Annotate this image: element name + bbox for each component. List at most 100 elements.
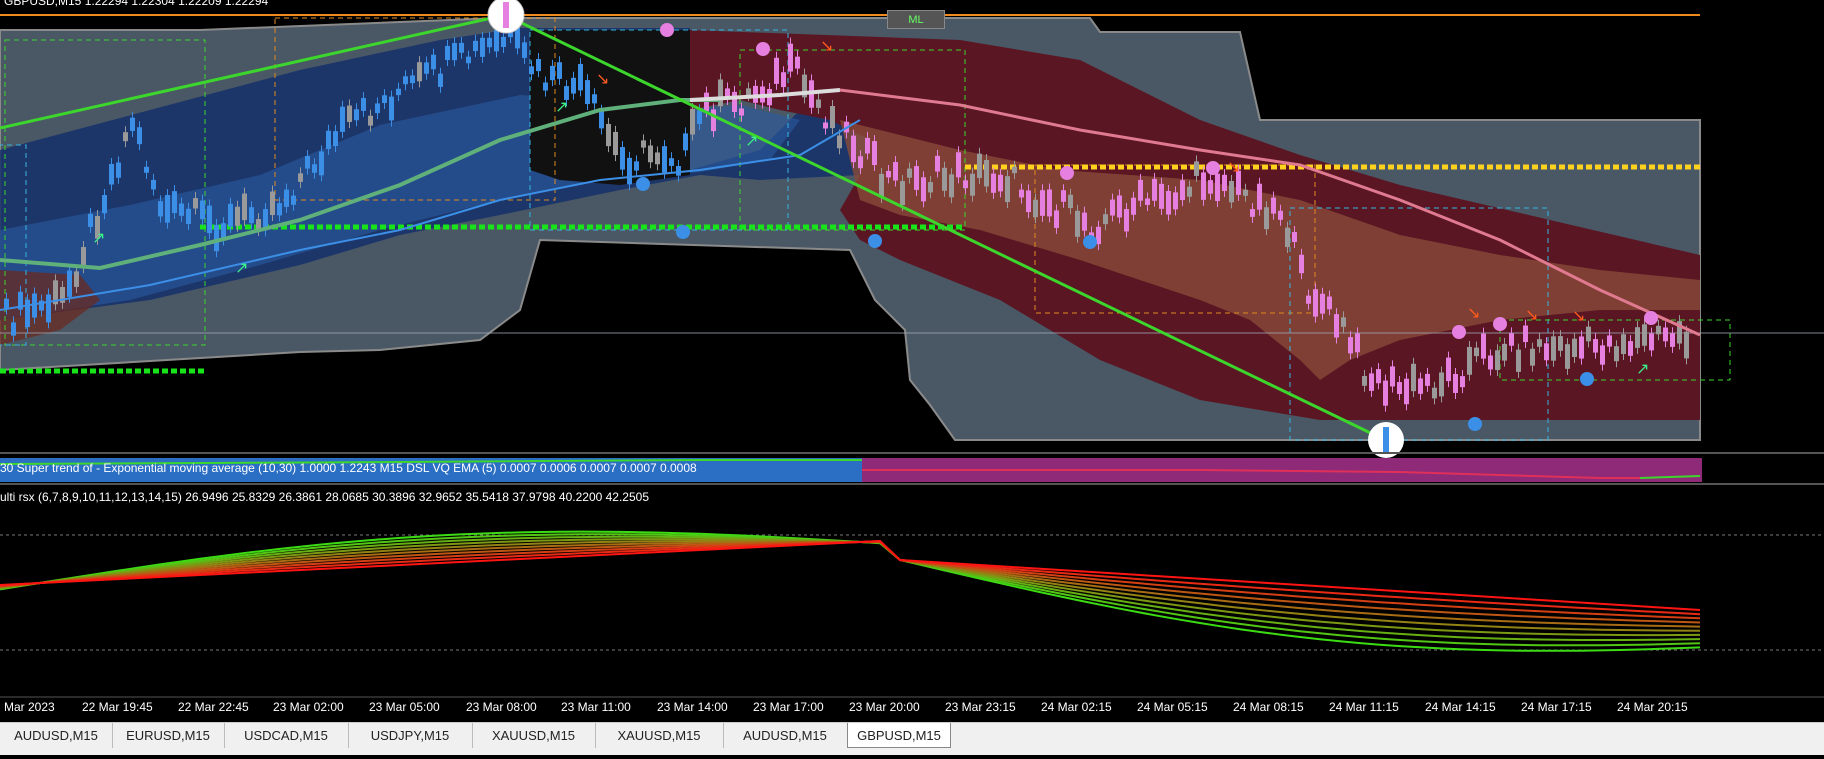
candle-body [1250, 209, 1255, 217]
candle-body [130, 117, 135, 131]
candle-body [1488, 355, 1493, 370]
candle-body [151, 179, 156, 190]
candle-body [410, 75, 415, 84]
candle-body [781, 72, 786, 88]
candle-body [1047, 189, 1052, 217]
candle-body [1194, 161, 1199, 176]
candle-body [228, 203, 233, 227]
candle-body [207, 205, 212, 234]
candle-body [333, 131, 338, 147]
candle-body [1502, 343, 1507, 361]
candle-body [669, 158, 674, 166]
candle-body [200, 200, 205, 220]
candle-body [67, 270, 72, 297]
candle-body [1509, 333, 1514, 346]
candle-body [466, 56, 471, 64]
candle-body [1369, 373, 1374, 391]
time-axis-label: 23 Mar 11:00 [561, 700, 631, 714]
candle-body [536, 59, 541, 72]
candle-body [1040, 190, 1045, 216]
candle-body [165, 194, 170, 223]
candle-body [1460, 376, 1465, 388]
candle-body [865, 137, 870, 154]
symbol-tab[interactable]: GBPUSD,M15 [847, 723, 951, 748]
chart-canvas: ↗ ↗ ↗ ↗ ↗ ↘ ↘ ↘ ↘ ↘ ↘ [0, 0, 1824, 698]
chart-symbol-info: GBPUSD,M15 1.22294 1.22304 1.22209 1.222… [4, 0, 269, 8]
ml-button[interactable]: ML [887, 10, 945, 29]
candle-body [1334, 314, 1339, 338]
candle-body [1355, 333, 1360, 353]
rsx-line [0, 530, 1701, 652]
arrow-up-marker: ↗ [745, 131, 758, 150]
candle-body [529, 66, 534, 75]
candle-body [144, 166, 149, 173]
candle-body [1397, 382, 1402, 394]
pink-dot-marker [1452, 325, 1466, 339]
symbol-tab[interactable]: EURUSD,M15 [112, 723, 225, 748]
candle-body [270, 191, 275, 216]
candle-body [1523, 325, 1528, 343]
candle-body [1649, 333, 1654, 351]
candle-body [1418, 378, 1423, 394]
candle-body [795, 56, 800, 69]
candle-body [1607, 335, 1612, 347]
fractal-top-marker-inner [503, 2, 509, 28]
candle-body [1075, 210, 1080, 237]
pink-dot-marker [1644, 311, 1658, 325]
fractal-bottom-marker-inner [1383, 427, 1389, 453]
candle-body [1278, 210, 1283, 220]
symbol-tab-bar: AUDUSD,M15 EURUSD,M15 USDCAD,M15 USDJPY,M15… [0, 722, 1824, 755]
candle-body [1411, 363, 1416, 392]
candle-body [1656, 325, 1661, 335]
candle-body [1110, 199, 1115, 216]
time-axis-label: 24 Mar 05:15 [1137, 700, 1208, 714]
candle-body [1257, 183, 1262, 210]
symbol-tab[interactable]: USDJPY,M15 [348, 723, 473, 748]
time-axis-label: 23 Mar 08:00 [466, 700, 537, 714]
time-axis-label: 24 Mar 02:15 [1041, 700, 1112, 714]
candle-body [235, 206, 240, 226]
candle-body [179, 203, 184, 216]
candle-body [1131, 197, 1136, 215]
rsx-lines-group [0, 530, 1701, 652]
candle-body [1061, 190, 1066, 202]
candle-body [907, 168, 912, 178]
candle-body [1033, 199, 1038, 218]
symbol-tab[interactable]: AUDUSD,M15 [723, 723, 848, 748]
symbol-tab[interactable]: AUDUSD,M15 [0, 723, 113, 748]
candle-body [557, 62, 562, 79]
candle-body [1565, 344, 1570, 369]
candle-body [1467, 346, 1472, 375]
candle-body [900, 181, 905, 206]
symbol-tab[interactable]: USDCAD,M15 [224, 723, 349, 748]
candle-body [1579, 336, 1584, 359]
candle-body [284, 189, 289, 207]
candle-body [291, 195, 296, 205]
candle-body [921, 177, 926, 202]
symbol-tab[interactable]: XAUUSD,M15 [595, 723, 724, 748]
candle-body [361, 98, 366, 111]
candle-body [74, 271, 79, 287]
candle-body [1481, 333, 1486, 359]
candle-body [1012, 166, 1017, 174]
time-axis-label: 22 Mar 19:45 [82, 700, 153, 714]
candle-body [620, 147, 625, 170]
candle-body [249, 207, 254, 224]
symbol-tab[interactable]: XAUUSD,M15 [472, 723, 596, 748]
candle-body [1222, 174, 1227, 192]
candle-body [858, 156, 863, 169]
candle-body [214, 224, 219, 252]
time-axis-label: 23 Mar 02:00 [273, 700, 344, 714]
candle-body [697, 110, 702, 124]
price-chart-area[interactable]: ↗ ↗ ↗ ↗ ↗ ↘ ↘ ↘ ↘ ↘ ↘ GBPUSD,M15 1.22294… [0, 0, 1824, 755]
candle-body [1208, 180, 1213, 194]
blue-dot-marker [868, 234, 882, 248]
candle-body [1586, 326, 1591, 342]
pink-dot-marker [756, 42, 770, 56]
candle-body [599, 110, 604, 129]
candle-body [746, 88, 751, 96]
time-axis-label: 23 Mar 17:00 [753, 700, 824, 714]
candle-body [473, 40, 478, 52]
candle-body [963, 180, 968, 189]
candle-body [389, 96, 394, 121]
